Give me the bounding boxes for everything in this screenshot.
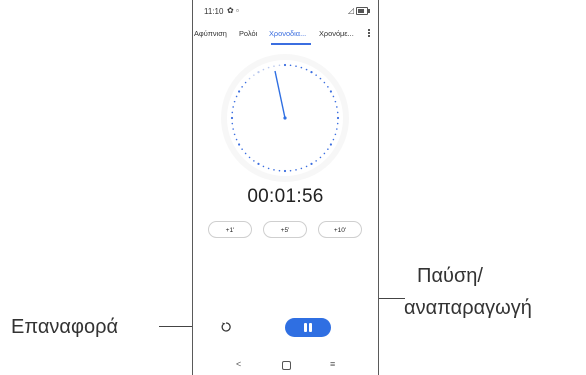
dial-dot	[262, 68, 265, 71]
dial-dot	[233, 133, 236, 136]
status-right-icons: ◿	[347, 6, 370, 15]
dial-dot	[238, 143, 241, 146]
dial-dot	[327, 148, 329, 150]
status-left-icons: ✿ ▫	[227, 6, 239, 15]
pause-icon-bar	[309, 323, 312, 332]
pause-callout-line2: αναπαραγωγή	[404, 297, 532, 319]
dial-dot	[235, 95, 238, 98]
dial-dot	[253, 74, 255, 76]
dial-dot	[336, 122, 339, 125]
nav-bar: < ≡	[193, 359, 378, 373]
home-icon[interactable]	[282, 361, 291, 370]
dial-dot	[336, 111, 339, 114]
dial-dot	[248, 156, 251, 159]
dial-dot	[262, 165, 265, 168]
dial-center	[283, 116, 287, 120]
dial-dot	[319, 77, 322, 80]
back-icon[interactable]: <	[236, 359, 241, 369]
dial-dot	[334, 133, 337, 136]
dial-dot	[334, 100, 337, 103]
dial-dot	[305, 165, 308, 168]
dial-dot	[300, 66, 303, 69]
tab-bar: Αφύπνιση Ρολόι Χρονοδια... Χρονόμε...	[193, 28, 378, 45]
add-1-min-button[interactable]: +1'	[208, 221, 252, 238]
dial-dot	[283, 63, 287, 67]
dial-dot	[336, 106, 338, 108]
dial-dot	[319, 156, 322, 159]
dial-dot	[327, 86, 329, 88]
dial-dot	[323, 81, 326, 84]
more-options-icon[interactable]	[366, 28, 372, 40]
dial-dot	[289, 64, 292, 67]
dial-dot	[278, 169, 281, 172]
dial-dot	[329, 143, 332, 146]
tab-stopwatch[interactable]: Χρονόμε...	[319, 29, 354, 38]
stopwatch-time: 00:01:56	[247, 186, 324, 207]
dial-dot	[289, 169, 292, 172]
phone-screen: 11:10 ✿ ▫ ◿ Αφύπνιση Ρολόι Χρονοδια... Χ…	[192, 0, 379, 375]
add-10-min-button[interactable]: +10'	[318, 221, 362, 238]
pause-callout-line1: Παύση/	[417, 265, 483, 287]
tab-active-indicator	[271, 43, 311, 45]
dial-dot	[235, 138, 238, 141]
dial-dot	[283, 169, 287, 173]
dial-dot	[248, 77, 251, 80]
reset-callout-label: Επαναφορά	[11, 316, 119, 338]
tab-alarm[interactable]: Αφύπνιση	[194, 29, 227, 38]
dial-dot	[278, 64, 281, 67]
dial-dot	[295, 169, 297, 171]
dial-dot	[315, 160, 317, 162]
status-bar: 11:10 ✿ ▫ ◿	[193, 6, 378, 18]
dial-dot	[267, 66, 270, 69]
reset-icon[interactable]	[220, 321, 232, 333]
dial-dot	[267, 167, 270, 170]
recents-icon[interactable]: ≡	[330, 359, 335, 369]
dial-dot	[238, 90, 241, 93]
signal-icon: ◿	[347, 6, 354, 15]
add-5-min-button[interactable]: +5'	[263, 221, 307, 238]
image-icon: ▫	[235, 6, 239, 15]
dial-dot	[257, 71, 260, 74]
dial-dot	[310, 71, 313, 74]
status-time: 11:10	[204, 7, 224, 16]
battery-icon	[356, 6, 370, 15]
dial-dot	[315, 74, 317, 76]
tab-clock[interactable]: Ρολόι	[239, 29, 257, 38]
pause-button[interactable]	[285, 318, 331, 337]
dial-dot	[305, 68, 308, 71]
dial-dot	[231, 111, 234, 114]
dial-dot	[273, 65, 275, 67]
dial-dot	[323, 152, 326, 155]
dial-dot	[257, 162, 260, 165]
dial-dot	[332, 95, 335, 98]
dial-dot	[295, 65, 297, 67]
dial-dot	[244, 81, 247, 84]
dial-dot	[332, 138, 335, 141]
dial-dot	[233, 100, 236, 103]
dial-dot	[273, 169, 275, 171]
stopwatch-dial	[221, 54, 349, 182]
dial-dot	[244, 152, 247, 155]
dial-dot	[232, 128, 234, 130]
dial-dot	[241, 86, 243, 88]
dial-dot	[232, 106, 234, 108]
dial-dot	[336, 128, 338, 130]
dial-dot	[230, 116, 234, 120]
dial-dot	[336, 116, 340, 120]
pause-icon	[304, 323, 307, 332]
dial-dot	[231, 122, 234, 125]
dial-dot	[310, 162, 313, 165]
dial-dot	[300, 167, 303, 170]
settings-icon: ✿	[227, 6, 234, 15]
tab-timer[interactable]: Χρονοδια...	[269, 29, 306, 38]
dial-dot	[241, 148, 243, 150]
dial-dot	[329, 90, 332, 93]
dial-dot	[253, 160, 255, 162]
